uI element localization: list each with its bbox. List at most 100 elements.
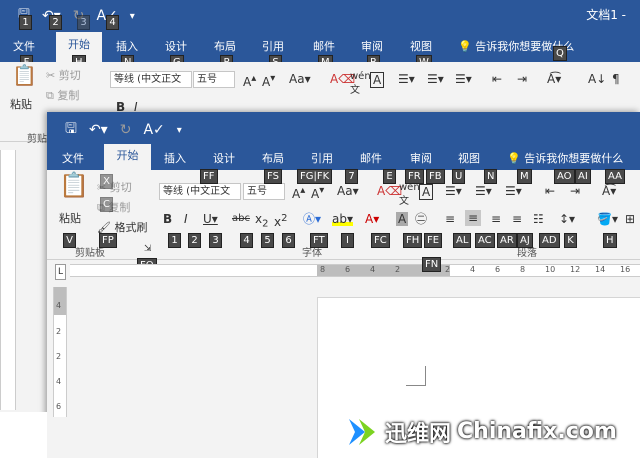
keytip-decrease-indent: AO <box>554 169 575 184</box>
keytip-qat-4: 4 <box>106 15 119 30</box>
font-size-combo[interactable]: 五号 <box>243 183 285 200</box>
tab-insert[interactable]: 插入 <box>116 38 138 54</box>
tab-references[interactable]: 引用 <box>262 38 284 54</box>
increase-indent-icon[interactable]: ⇥ <box>517 72 527 86</box>
keytip-char-shading: FH <box>403 233 423 248</box>
phonetic-guide-icon[interactable]: wén 文 <box>399 181 420 209</box>
char-border-icon[interactable]: A <box>419 184 434 200</box>
ruler-ticks: 8 6 4 2 2 4 6 8 10 12 14 16 <box>320 265 640 274</box>
multilevel-icon[interactable]: ☰▾ <box>505 184 522 198</box>
char-shading-icon[interactable]: A <box>396 212 409 226</box>
tab-file[interactable]: 文件 <box>62 150 84 166</box>
change-case-icon[interactable]: Aa▾ <box>289 72 311 86</box>
italic-icon[interactable]: I <box>184 212 188 226</box>
text-effects-icon[interactable]: Ⓐ▾ <box>303 212 321 226</box>
tab-layout[interactable]: 布局 <box>214 38 236 54</box>
bold-icon[interactable]: B <box>163 212 172 226</box>
align-left-icon[interactable]: ≡ <box>445 212 455 226</box>
paste-icon[interactable]: 📋 <box>12 65 37 85</box>
strikethrough-icon[interactable]: abc <box>232 212 250 226</box>
tell-me-text: 告诉我你想要做什么 <box>524 152 624 165</box>
keytip-distributed: AD <box>539 233 560 248</box>
tab-review[interactable]: 审阅 <box>410 150 432 166</box>
clipboard-launcher-icon[interactable]: ⇲ <box>144 242 152 256</box>
ruler-tick: 12 <box>570 265 581 274</box>
shrink-font-icon[interactable]: A▾ <box>262 72 275 89</box>
line-spacing-icon[interactable]: ↕▾ <box>559 212 575 226</box>
borders-icon[interactable]: ⊞ <box>625 212 635 226</box>
show-marks-icon[interactable]: ¶ <box>612 72 620 86</box>
ruler-tick: 16 <box>620 265 631 274</box>
tab-layout[interactable]: 布局 <box>262 150 284 166</box>
align-center-icon[interactable]: ≡ <box>465 210 482 226</box>
keytip-qat-3: 3 <box>77 15 90 30</box>
redo-icon[interactable]: ↻ <box>120 122 132 138</box>
vertical-ruler[interactable]: 4 2 2 4 6 <box>53 287 67 417</box>
paste-label: 粘贴 <box>59 212 81 225</box>
decrease-indent-icon[interactable]: ⇤ <box>492 72 502 86</box>
tab-view[interactable]: 视图 <box>458 150 480 166</box>
keytip-clear-format: E <box>383 169 396 184</box>
superscript-icon[interactable]: x2 <box>274 212 287 229</box>
tab-mailings[interactable]: 邮件 <box>360 150 382 166</box>
customize-qat-icon[interactable]: ▾ <box>130 11 135 22</box>
back-font-size-combo[interactable]: 五号 <box>193 71 235 88</box>
customize-qat-icon[interactable]: ▾ <box>177 125 182 136</box>
numbering-icon[interactable]: ☰▾ <box>427 72 444 86</box>
save-icon[interactable]: 🖫 <box>65 118 77 142</box>
distributed-icon[interactable]: ☷ <box>533 212 544 226</box>
tell-me-box[interactable]: 💡 告诉我你想要做什么 <box>507 150 623 166</box>
grow-font-icon[interactable]: A▴ <box>292 184 305 201</box>
char-border-icon[interactable]: A <box>370 72 385 88</box>
keytip-strikethrough: 4 <box>240 233 253 248</box>
tab-design[interactable]: 设计 <box>165 38 187 54</box>
copy-button[interactable]: ⧉ 复制 <box>46 87 79 103</box>
keytip-qat-1: 1 <box>19 15 32 30</box>
highlight-icon[interactable]: ab▾ <box>332 212 353 226</box>
keytip-asian-layout: AA <box>605 169 625 184</box>
tab-insert[interactable]: 插入 <box>164 150 186 166</box>
bullets-icon[interactable]: ☰▾ <box>445 184 462 198</box>
vruler-tick: 2 <box>56 352 62 361</box>
shading-icon[interactable]: 🪣▾ <box>597 212 618 226</box>
font-name-combo[interactable]: 等线 (中文正文 <box>159 183 241 200</box>
tab-mailings[interactable]: 邮件 <box>313 38 335 54</box>
font-color-icon[interactable]: A▾ <box>365 212 379 226</box>
keytip-enclose-char: FE <box>424 233 443 248</box>
asian-layout-icon[interactable]: A͡▾ <box>547 72 561 86</box>
paste-icon[interactable]: 📋 <box>59 173 89 197</box>
grow-font-icon[interactable]: A▴ <box>243 72 256 89</box>
enclose-char-icon[interactable]: ㊁ <box>415 212 427 226</box>
keytip-phonetic: FR <box>405 169 424 184</box>
sort-icon[interactable]: A↓ <box>588 72 606 86</box>
decrease-indent-icon[interactable]: ⇤ <box>545 184 555 198</box>
bullets-icon[interactable]: ☰▾ <box>398 72 415 86</box>
asian-layout-icon[interactable]: A͡▾ <box>602 184 616 198</box>
tab-selector-icon[interactable]: L <box>55 264 67 280</box>
tab-design[interactable]: 设计 <box>213 150 235 166</box>
tab-file[interactable]: 文件 <box>13 38 35 54</box>
numbering-icon[interactable]: ☰▾ <box>475 184 492 198</box>
increase-indent-icon[interactable]: ⇥ <box>570 184 580 198</box>
tab-references[interactable]: 引用 <box>311 150 333 166</box>
subscript-icon[interactable]: x2 <box>255 212 268 231</box>
tab-view[interactable]: 视图 <box>410 38 432 54</box>
align-right-icon[interactable]: ≡ <box>491 212 501 226</box>
tab-review[interactable]: 审阅 <box>361 38 383 54</box>
multilevel-icon[interactable]: ☰▾ <box>455 72 472 86</box>
justify-icon[interactable]: ≡ <box>512 212 522 226</box>
shrink-font-icon[interactable]: A▾ <box>311 184 324 201</box>
spelling-icon[interactable]: A✓ <box>143 122 164 138</box>
undo-icon[interactable]: ↶▾ <box>89 122 108 138</box>
cut-button[interactable]: ✂ 剪切 <box>46 67 81 83</box>
keytip-text-effects: FT <box>310 233 328 248</box>
change-case-icon[interactable]: Aa▾ <box>337 184 359 198</box>
back-font-name-combo[interactable]: 等线 (中文正文 <box>110 71 192 88</box>
keytip-tell: Q <box>553 46 567 61</box>
keytip-font-name: FF <box>200 169 218 184</box>
keytip-italic: 2 <box>188 233 201 248</box>
phonetic-guide-icon[interactable]: wén 文 <box>350 70 371 98</box>
tab-home[interactable]: 开始 <box>104 144 151 170</box>
horizontal-ruler[interactable]: 8 6 4 2 2 4 6 8 10 12 14 16 <box>70 264 640 277</box>
underline-icon[interactable]: U▾ <box>203 212 218 226</box>
